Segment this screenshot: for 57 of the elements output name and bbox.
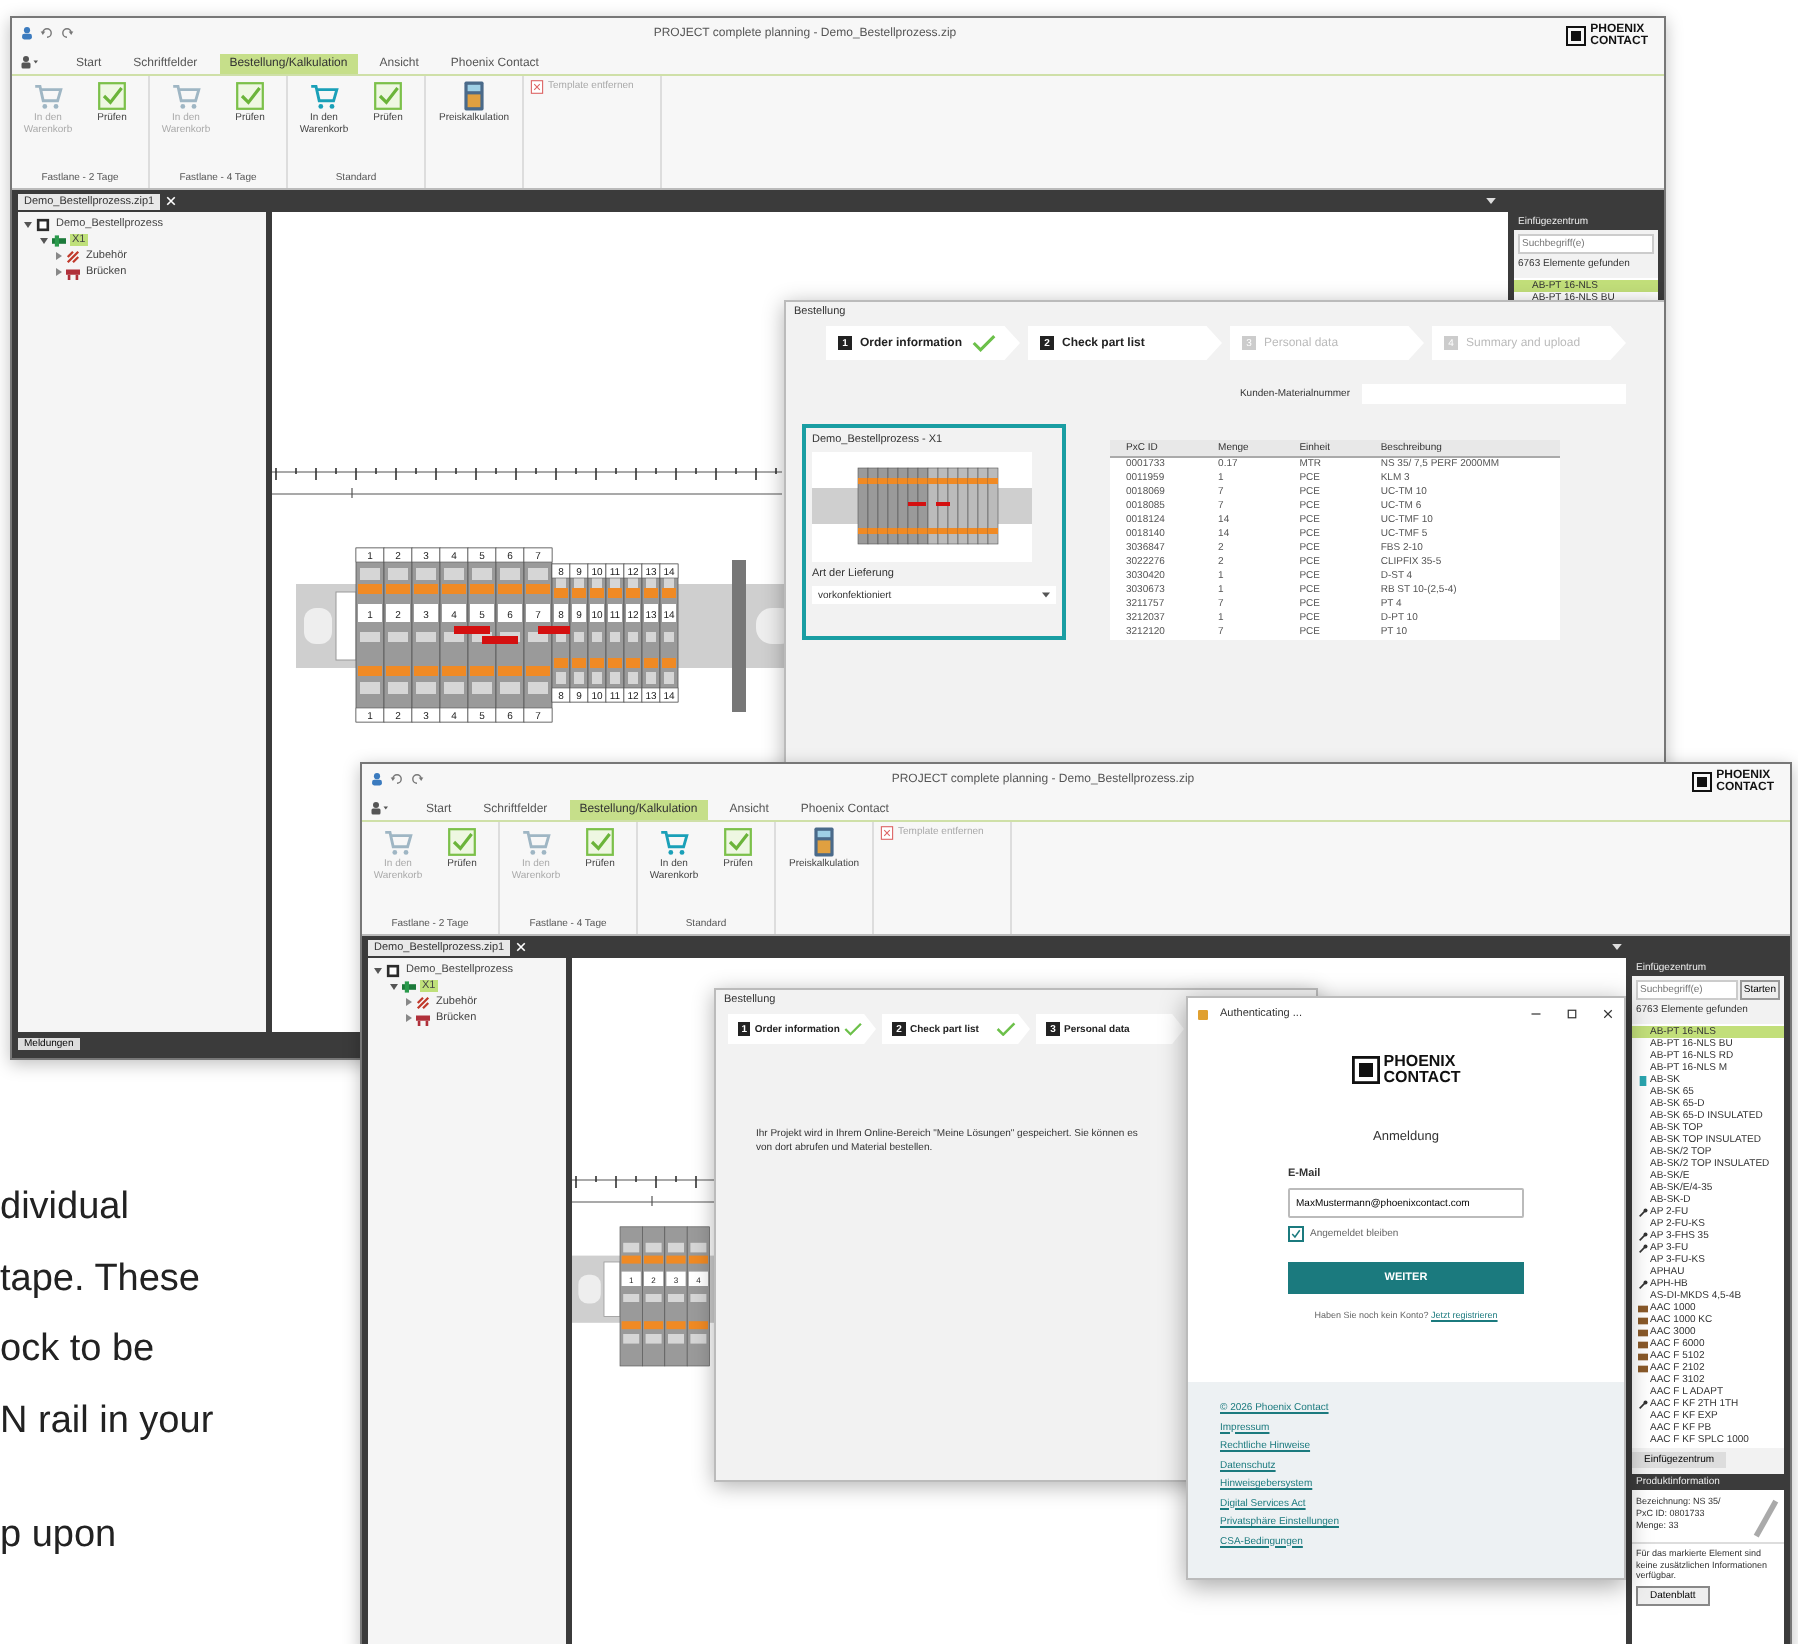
check-icon bbox=[843, 1022, 862, 1036]
rail-picture bbox=[1752, 1496, 1780, 1540]
check-icon bbox=[972, 334, 996, 352]
calculator-icon bbox=[808, 826, 840, 858]
undo-icon[interactable] bbox=[40, 26, 54, 40]
article-text: dividual bbox=[0, 1184, 129, 1232]
article-text: N rail in your bbox=[0, 1398, 214, 1446]
logo-mark-icon bbox=[1351, 1056, 1380, 1084]
checkmark-box-icon bbox=[234, 80, 266, 112]
check-icon bbox=[996, 1022, 1016, 1036]
app-menu-icon[interactable] bbox=[370, 800, 388, 816]
logo-mark-icon bbox=[1692, 772, 1713, 792]
pin-icon bbox=[1638, 1399, 1648, 1409]
cart-icon bbox=[658, 826, 690, 858]
accessory-icon bbox=[66, 249, 80, 263]
checkmark-box-icon bbox=[372, 80, 404, 112]
app-menu-icon[interactable] bbox=[20, 54, 38, 70]
expand-icon[interactable] bbox=[56, 252, 62, 260]
redo-icon[interactable] bbox=[410, 772, 424, 786]
checkmark-box-icon bbox=[584, 826, 616, 858]
redo-icon[interactable] bbox=[60, 26, 74, 40]
user-icon[interactable] bbox=[20, 26, 34, 40]
article-text: ock to be bbox=[0, 1326, 155, 1374]
rail-icon bbox=[402, 979, 416, 993]
user-icon[interactable] bbox=[370, 772, 384, 786]
dropdown-icon bbox=[1042, 592, 1050, 598]
calculator-icon bbox=[458, 80, 490, 112]
maximize-icon[interactable] bbox=[1566, 1008, 1578, 1020]
expand-icon[interactable] bbox=[406, 998, 412, 1006]
article-text: p upon bbox=[0, 1512, 117, 1560]
clip-icon bbox=[1638, 1075, 1648, 1085]
dropdown-icon[interactable] bbox=[1612, 944, 1622, 950]
checkmark-box-icon bbox=[722, 826, 754, 858]
pin-icon bbox=[1638, 1279, 1648, 1289]
article-text: tape. These bbox=[0, 1256, 201, 1304]
logo-mark-icon bbox=[1566, 26, 1587, 46]
cart-icon bbox=[32, 80, 64, 112]
pin-icon bbox=[1638, 1207, 1648, 1217]
checkmark-box-icon bbox=[446, 826, 478, 858]
project-icon bbox=[386, 963, 400, 977]
bridge-icon bbox=[66, 265, 80, 279]
minimize-icon[interactable] bbox=[1530, 1008, 1542, 1020]
close-icon[interactable] bbox=[1602, 1008, 1614, 1020]
rail-icon bbox=[52, 233, 66, 247]
bridge-icon bbox=[416, 1011, 430, 1025]
checkmark-box-icon bbox=[96, 80, 128, 112]
checkbox[interactable] bbox=[1288, 1226, 1304, 1242]
dropdown-icon[interactable] bbox=[1486, 198, 1496, 204]
company-logo: PHOENIX CONTACT bbox=[1383, 1054, 1461, 1086]
cart-icon bbox=[382, 826, 414, 858]
app-icon bbox=[1198, 1009, 1208, 1019]
cart-icon bbox=[170, 80, 202, 112]
undo-icon[interactable] bbox=[390, 772, 404, 786]
cart-icon bbox=[308, 80, 340, 112]
cart-icon bbox=[520, 826, 552, 858]
project-icon bbox=[36, 217, 50, 231]
accessory-icon bbox=[416, 995, 430, 1009]
